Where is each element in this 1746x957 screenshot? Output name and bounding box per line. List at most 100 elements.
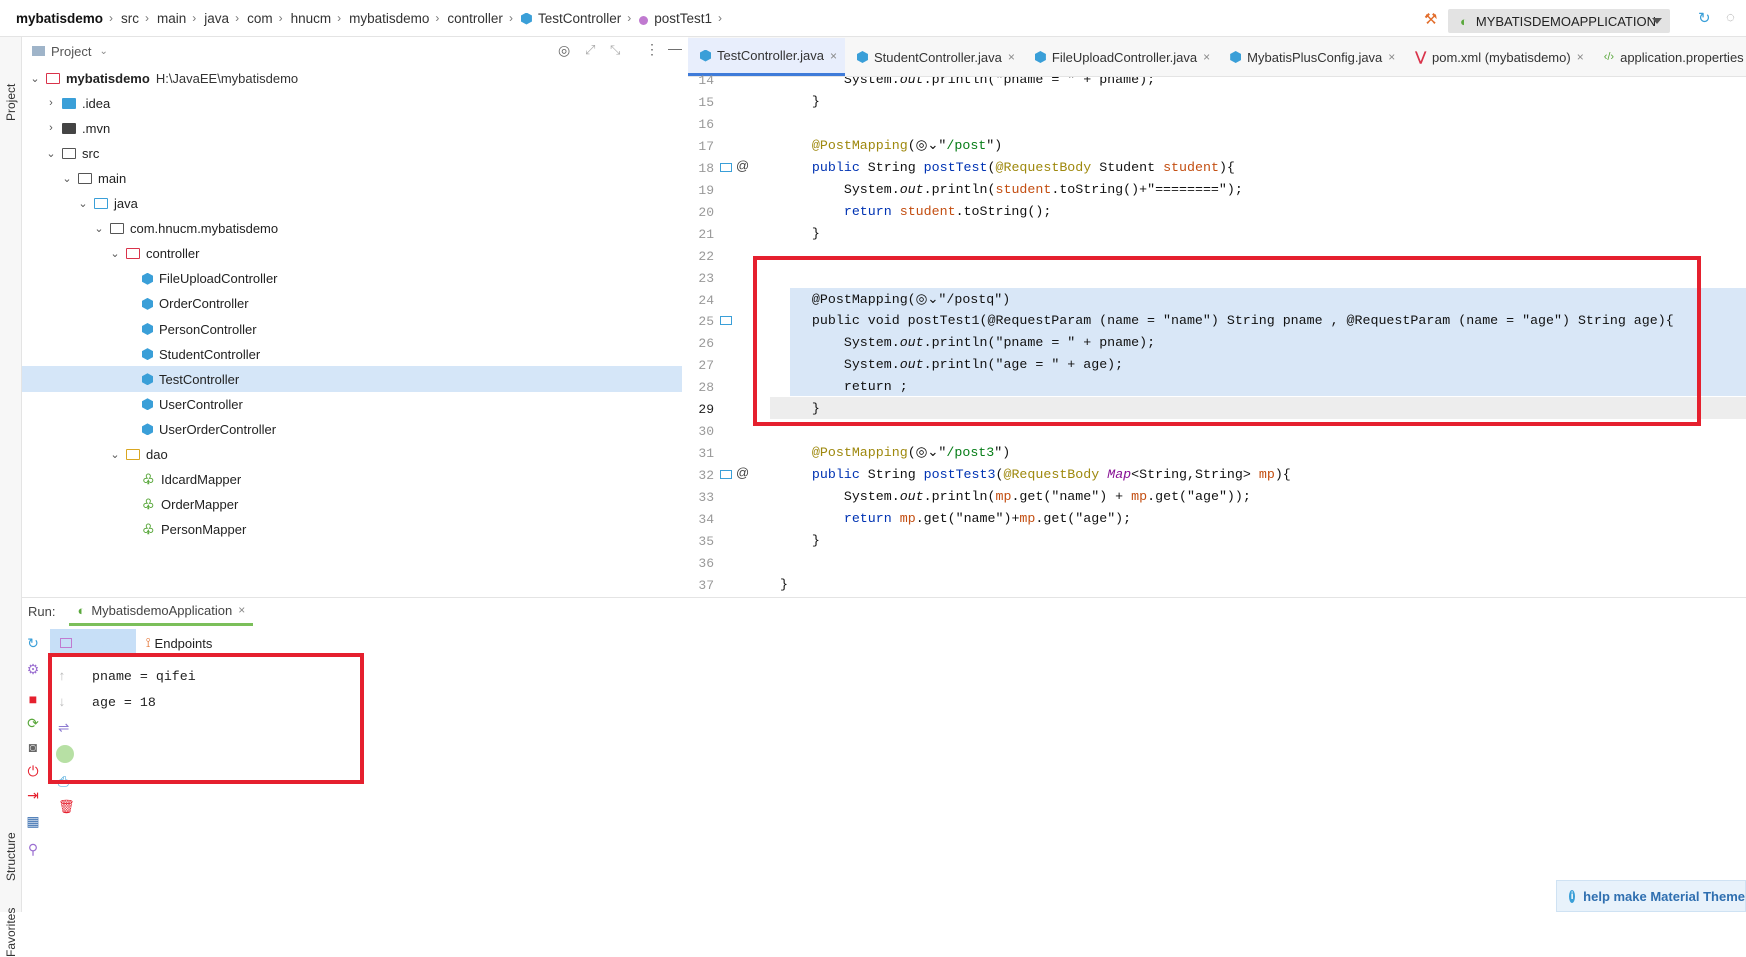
- rerun-icon[interactable]: ↻: [1698, 9, 1711, 27]
- expand-all-icon[interactable]: ⤢: [585, 42, 595, 58]
- tree-item-label: com.hnucm.mybatisdemo: [130, 221, 279, 237]
- close-icon[interactable]: ×: [830, 49, 837, 63]
- tree-item[interactable]: › .idea: [22, 90, 682, 116]
- chevron-right-icon[interactable]: ›: [44, 97, 58, 109]
- line-number: 34: [698, 512, 714, 527]
- chevron-down-icon[interactable]: ⌄: [99, 46, 107, 57]
- tab-editor-file[interactable]: ⋁ pom.xml (mybatisdemo) ×: [1403, 38, 1591, 76]
- tree-item[interactable]: ⌄ src: [22, 140, 682, 166]
- chevron-down-icon[interactable]: ⌄: [76, 197, 90, 210]
- trash-icon[interactable]: 🗑: [58, 800, 75, 815]
- exit-icon[interactable]: ⇥: [22, 787, 44, 804]
- tree-item[interactable]: ♧ OrderMapper: [22, 492, 682, 518]
- breadcrumb-item[interactable]: postTest1: [639, 11, 712, 26]
- tab-editor-file[interactable]: ‹/› application.properties: [1592, 38, 1746, 76]
- breadcrumb-item[interactable]: mybatisdemo: [349, 11, 429, 26]
- breadcrumb-label: postTest1: [654, 10, 713, 26]
- tree-item[interactable]: › .mvn: [22, 115, 682, 141]
- camera-icon[interactable]: ◙: [22, 739, 44, 755]
- tree-item[interactable]: ⌄ mybatisdemo H:\JavaEE\mybatisdemo: [22, 65, 682, 91]
- code-line: @PostMapping(◎⌄"/post"): [811, 137, 1003, 153]
- chevron-down-icon[interactable]: ⌄: [108, 448, 122, 461]
- layout-icon[interactable]: ▦: [22, 813, 44, 830]
- close-icon[interactable]: ×: [1203, 50, 1210, 64]
- endpoint-gutter-icon[interactable]: [720, 470, 732, 480]
- breadcrumb-item[interactable]: main: [157, 11, 186, 26]
- tree-item[interactable]: ♧ IdcardMapper: [22, 467, 682, 493]
- settings-gear-icon[interactable]: ⚙: [22, 661, 44, 678]
- endpoint-gutter-icon[interactable]: [720, 162, 732, 172]
- folder-icon: [126, 248, 140, 260]
- tree-item[interactable]: UserOrderController: [22, 416, 682, 442]
- breadcrumb-item[interactable]: java: [204, 11, 229, 26]
- tab-editor-file[interactable]: MybatisPlusConfig.java ×: [1218, 38, 1403, 76]
- notification-balloon[interactable]: i help make Material Theme: [1556, 880, 1746, 912]
- chevron-down-icon[interactable]: ⌄: [108, 247, 122, 260]
- chevron-right-icon[interactable]: ›: [44, 122, 58, 134]
- breadcrumb-item[interactable]: mybatisdemo: [16, 11, 103, 26]
- breadcrumb-item[interactable]: hnucm: [291, 11, 332, 26]
- line-number: 35: [698, 533, 714, 549]
- breadcrumb-separator: ›: [627, 11, 632, 25]
- tab-editor-file[interactable]: FileUploadController.java ×: [1023, 38, 1218, 76]
- endpoint-gutter-icon[interactable]: [720, 316, 732, 326]
- breadcrumb-item[interactable]: controller: [447, 11, 503, 26]
- close-icon[interactable]: ×: [238, 603, 245, 617]
- tab-editor-file[interactable]: StudentController.java ×: [845, 38, 1023, 76]
- annotation-gutter-icon[interactable]: @: [736, 158, 749, 173]
- tree-item[interactable]: UserController: [22, 391, 682, 417]
- line-number: 26: [698, 336, 714, 352]
- tree-item[interactable]: FileUploadController: [22, 266, 682, 292]
- options-menu-icon[interactable]: ⋮: [645, 41, 659, 58]
- tree-item[interactable]: TestController: [22, 366, 682, 393]
- tree-item[interactable]: ♧ PersonMapper: [22, 517, 682, 543]
- app-run-icon: ◐: [77, 602, 86, 618]
- code-line: System.out.println(mp.get("name") + mp.g…: [780, 489, 1251, 505]
- project-panel-title[interactable]: Project: [51, 44, 91, 59]
- rerun-icon[interactable]: ↻: [22, 635, 44, 652]
- tree-item[interactable]: ⌄ main: [22, 165, 682, 191]
- breadcrumb-item[interactable]: TestController: [520, 11, 621, 26]
- tree-item[interactable]: ⌄ controller: [22, 241, 682, 267]
- tree-item[interactable]: StudentController: [22, 341, 682, 367]
- pin-icon[interactable]: ⚲: [22, 841, 44, 858]
- stop-icon[interactable]: ■: [22, 691, 44, 707]
- chevron-down-icon[interactable]: ⌄: [60, 172, 74, 185]
- tab-editor-file[interactable]: TestController.java ×: [688, 38, 845, 76]
- class-icon: [142, 398, 153, 411]
- close-icon[interactable]: ×: [1008, 50, 1015, 64]
- tree-item[interactable]: OrderController: [22, 291, 682, 317]
- folder-icon: [126, 449, 140, 460]
- close-icon[interactable]: ×: [1577, 50, 1584, 64]
- class-icon: [142, 423, 153, 436]
- hide-panel-icon[interactable]: —: [668, 40, 682, 56]
- locate-target-icon[interactable]: ◎: [558, 42, 570, 59]
- breadcrumb-label: mybatisdemo: [349, 10, 430, 26]
- annotation-gutter-icon[interactable]: @: [736, 465, 749, 480]
- breadcrumb-item[interactable]: com: [247, 11, 273, 26]
- collapse-all-icon[interactable]: ⤡: [610, 42, 620, 58]
- chevron-down-icon[interactable]: ⌄: [44, 147, 58, 160]
- breadcrumb-item[interactable]: src: [121, 11, 139, 26]
- close-icon[interactable]: ×: [1388, 50, 1395, 64]
- line-number: 19: [698, 182, 714, 198]
- favorites-tool-tab[interactable]: Favorites: [4, 908, 18, 957]
- tab-label: StudentController.java: [873, 49, 1002, 65]
- plug-icon[interactable]: ⏻: [22, 763, 44, 780]
- tree-item[interactable]: ⌄ com.hnucm.mybatisdemo: [22, 216, 682, 242]
- tree-item[interactable]: ⌄ dao: [22, 442, 682, 468]
- run-configuration-selector[interactable]: ◐ MYBATISDEMOAPPLICATION: [1448, 9, 1670, 33]
- build-hammer-icon[interactable]: ⚒: [1424, 10, 1437, 28]
- run-tab[interactable]: ◐ MybatisdemoApplication ×: [69, 598, 254, 626]
- project-tool-tab[interactable]: Project: [4, 84, 18, 121]
- tree-item[interactable]: PersonController: [22, 316, 682, 342]
- chevron-down-icon[interactable]: ⌄: [92, 222, 106, 235]
- chevron-down-icon[interactable]: ⌄: [28, 72, 42, 85]
- tree-item[interactable]: ⌄ java: [22, 191, 682, 217]
- code-line: }: [780, 225, 820, 241]
- stop-icon[interactable]: ◌: [1726, 9, 1735, 26]
- structure-tool-tab[interactable]: Structure: [4, 832, 18, 881]
- code-line: @PostMapping(◎⌄"/post3"): [811, 445, 1011, 461]
- restart-icon[interactable]: ⟳: [22, 715, 44, 732]
- folder-icon: [94, 198, 108, 209]
